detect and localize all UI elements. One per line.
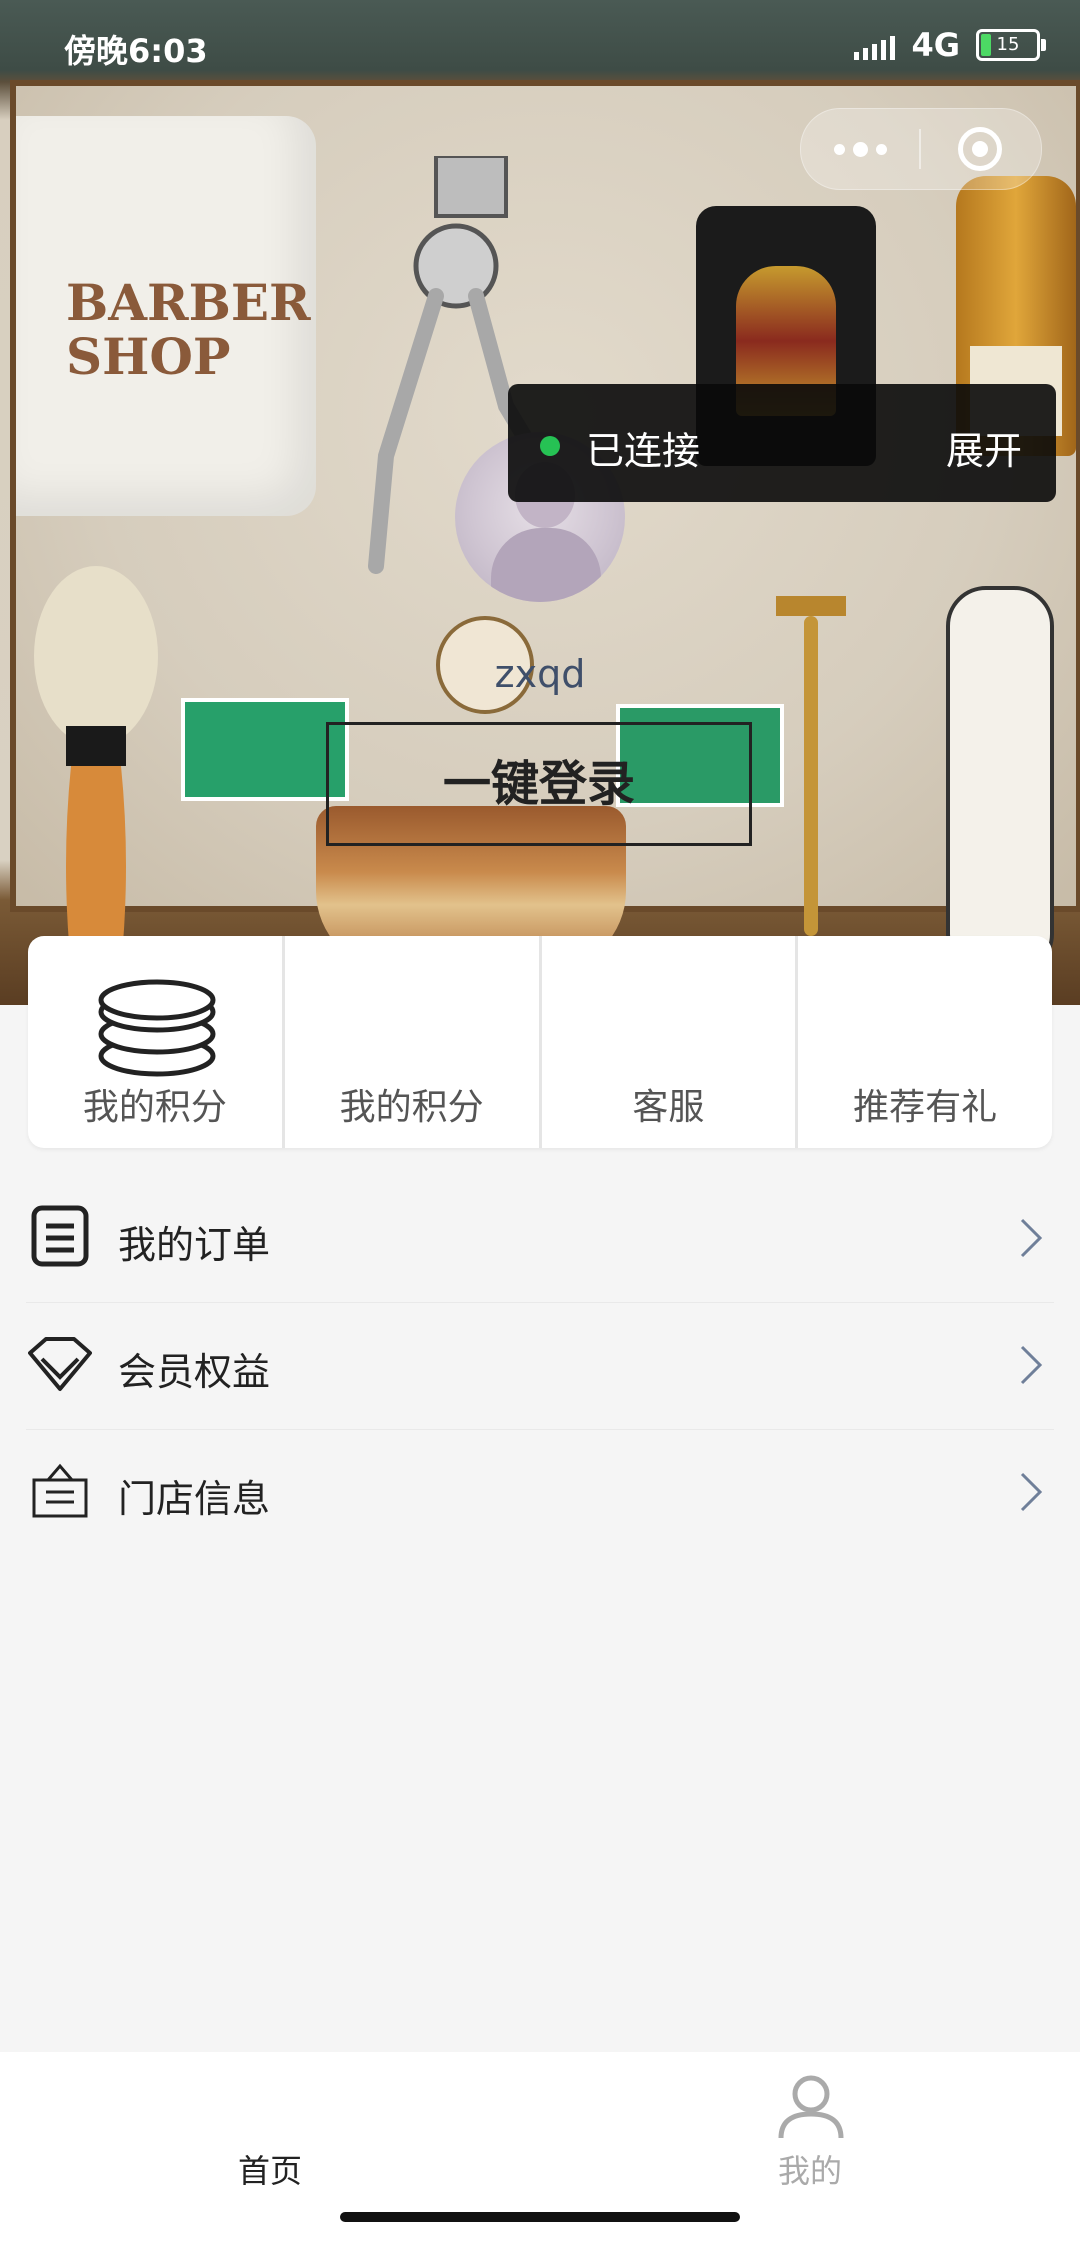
connection-status: 已连接	[586, 429, 701, 473]
chevron-right-icon	[1020, 1472, 1043, 1512]
quick-item-points-2[interactable]: 我的积分	[285, 936, 542, 1148]
towel-illustration: BARBER SHOP	[16, 116, 316, 516]
quick-actions: 我的积分 我的积分 客服 推荐有礼	[28, 936, 1052, 1148]
chevron-right-icon	[1020, 1345, 1043, 1385]
menu-item-member-benefits[interactable]: 会员权益	[26, 1303, 1054, 1430]
shaving-brush-illustration	[34, 566, 158, 966]
chevron-right-icon	[1020, 1218, 1043, 1258]
connected-dot-icon	[540, 436, 560, 456]
quick-item-points[interactable]: 我的积分	[28, 936, 285, 1148]
quick-item-customer-service[interactable]: 客服	[542, 936, 799, 1148]
quick-item-label: 我的积分	[82, 1087, 227, 1128]
home-indicator[interactable]	[340, 2212, 740, 2222]
soap-box-illustration	[181, 698, 349, 801]
quick-item-label: 推荐有礼	[853, 1087, 998, 1128]
tab-mine[interactable]: 我的	[540, 2052, 1080, 2202]
menu-list: 我的订单 会员权益 门店信息	[0, 1176, 1080, 1556]
user-icon	[778, 2075, 844, 2139]
menu-item-label: 我的订单	[118, 1223, 271, 1267]
network-type: 4G	[911, 26, 960, 64]
menu-item-label: 会员权益	[118, 1350, 271, 1394]
coins-icon	[98, 979, 216, 1077]
one-click-login-button[interactable]: 一键登录	[326, 722, 752, 846]
username: zxqd	[494, 652, 586, 696]
menu-item-store-info[interactable]: 门店信息	[26, 1430, 1054, 1556]
razor-illustration	[776, 596, 846, 936]
quick-item-label: 我的积分	[339, 1087, 484, 1128]
expand-button[interactable]: 展开	[946, 420, 1022, 475]
quick-item-referral[interactable]: 推荐有礼	[798, 936, 1052, 1148]
battery-icon: 15	[976, 29, 1046, 61]
status-time: 傍晚6:03	[64, 32, 208, 70]
target-close-icon[interactable]	[921, 109, 1039, 189]
battery-level: 15	[996, 34, 1020, 55]
tab-label: 首页	[237, 2152, 302, 2190]
tab-home[interactable]: 首页	[0, 2052, 540, 2202]
signal-icon	[854, 30, 896, 60]
trimmer-illustration	[946, 586, 1054, 974]
status-indicators: 4G 15	[854, 26, 1046, 64]
menu-item-label: 门店信息	[118, 1477, 271, 1521]
status-bar: 傍晚6:03 4G 15	[0, 0, 1080, 90]
diamond-icon	[28, 1337, 92, 1391]
more-dots-icon[interactable]	[801, 109, 919, 189]
store-sign-icon	[32, 1463, 88, 1518]
barber-shop-logo: BARBER SHOP	[66, 273, 311, 386]
miniprogram-capsule	[800, 108, 1042, 190]
order-list-icon	[31, 1205, 89, 1267]
connection-toast: 已连接 展开	[508, 384, 1056, 502]
quick-item-label: 客服	[632, 1087, 705, 1128]
menu-item-orders[interactable]: 我的订单	[26, 1176, 1054, 1303]
tab-label: 我的	[777, 2152, 842, 2190]
